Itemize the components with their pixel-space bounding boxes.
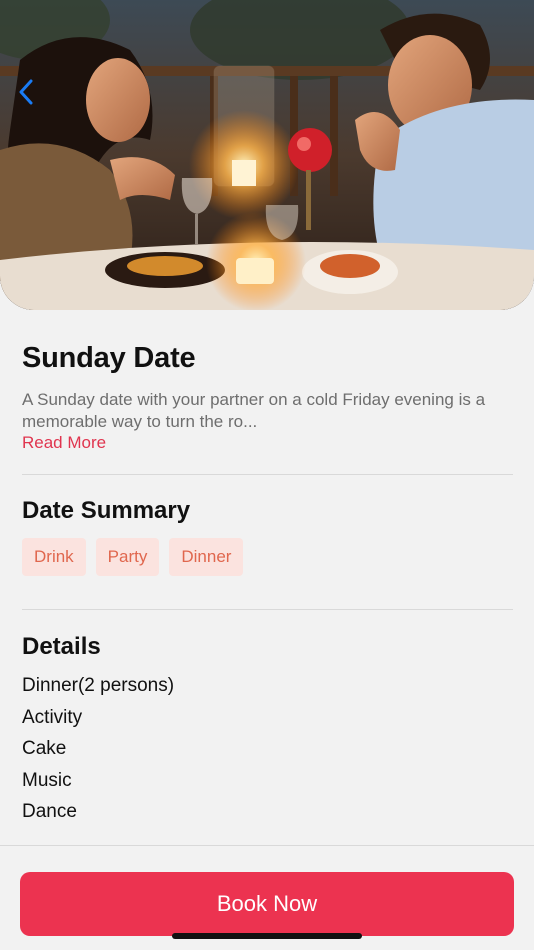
read-more-link[interactable]: Read More: [22, 433, 106, 453]
couple-dinner-photo: [0, 0, 534, 310]
date-summary-heading: Date Summary: [22, 497, 191, 524]
details-heading: Details: [22, 633, 101, 660]
bottom-divider: [0, 845, 534, 846]
divider: [22, 609, 513, 610]
home-indicator: [172, 933, 362, 939]
page-title: Sunday Date: [22, 342, 196, 374]
tag-party: Party: [95, 538, 160, 576]
detail-item: Activity: [22, 706, 83, 728]
summary-tags: Drink Party Dinner: [22, 538, 244, 576]
detail-item: Dance: [22, 801, 77, 822]
chevron-left-icon: [19, 79, 33, 105]
book-now-button[interactable]: Book Now: [20, 872, 514, 936]
hero-image: [0, 0, 534, 310]
tag-drink: Drink: [22, 538, 86, 576]
details-list: Dinner(2 persons) Activity Cake Music Da…: [22, 674, 174, 832]
detail-item: Dinner(2 persons): [22, 675, 175, 696]
divider: [22, 474, 513, 475]
detail-item: Music: [22, 769, 72, 791]
detail-item: Cake: [22, 738, 67, 759]
tag-dinner: Dinner: [169, 538, 244, 576]
back-button[interactable]: [12, 76, 40, 108]
date-description: A Sunday date with your partner on a col…: [22, 390, 486, 431]
